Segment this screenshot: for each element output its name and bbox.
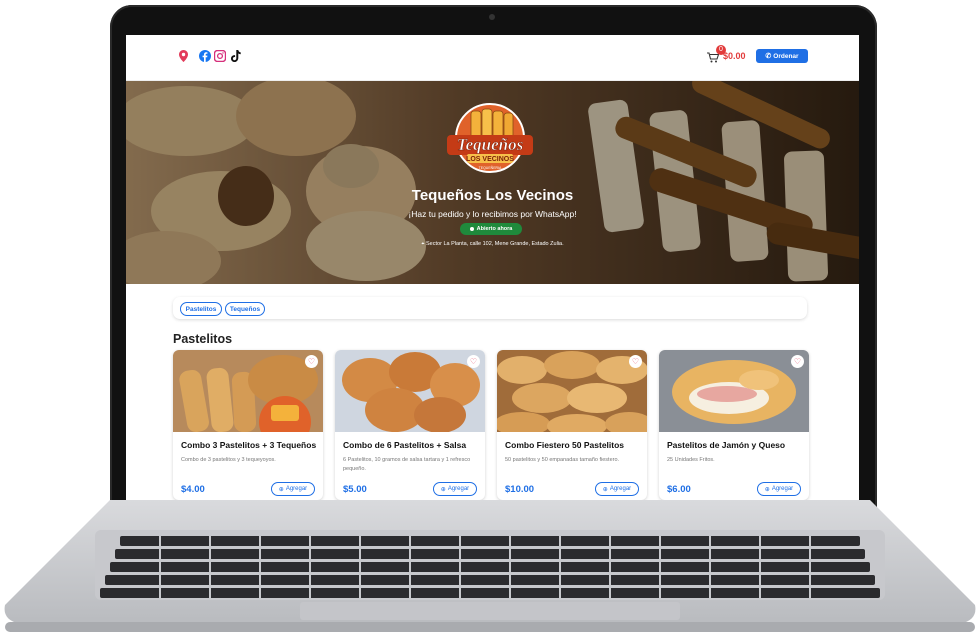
- tiktok-icon[interactable]: [230, 50, 241, 62]
- product-card[interactable]: ♡ Pastelitos de Jamón y Queso 25 Unidade…: [659, 350, 809, 500]
- logo-main-text: Tequeños: [457, 135, 524, 154]
- browser-screen: 0 $0.00 ✆ Ordenar Tequeños LOS VECINOS T…: [126, 35, 859, 501]
- section-title: Pastelitos: [173, 332, 233, 346]
- open-status-badge: Abierto ahora: [460, 223, 522, 235]
- product-description: Combo de 3 pastelitos y 3 tequeyoyos.: [181, 457, 276, 463]
- plus-circle-icon: ⊕: [602, 486, 608, 493]
- category-chip-tequenos[interactable]: Tequeños: [225, 302, 265, 316]
- webcam: [489, 14, 495, 20]
- laptop-keyboard-base: [4, 500, 976, 632]
- product-card[interactable]: ♡ Combo Fiestero 50 Pastelitos 50 pastel…: [497, 350, 647, 500]
- favorite-heart-icon[interactable]: ♡: [629, 355, 642, 368]
- favorite-heart-icon[interactable]: ♡: [467, 355, 480, 368]
- product-name: Combo de 6 Pastelitos + Salsa: [343, 440, 467, 450]
- add-button-label: Agregar: [771, 486, 794, 492]
- product-card[interactable]: ♡ Combo 3 Pastelitos + 3 Tequeños Combo …: [173, 350, 323, 500]
- open-status-label: Abierto ahora: [476, 226, 513, 232]
- product-description: 25 Unidades Fritos.: [667, 457, 715, 463]
- top-bar: 0 $0.00 ✆ Ordenar: [126, 35, 859, 81]
- add-button-label: Agregar: [285, 486, 308, 492]
- product-name: Pastelitos de Jamón y Queso: [667, 440, 786, 450]
- hero-banner: Tequeños LOS VECINOS TEQUEÑERIA Tequeños…: [126, 81, 859, 284]
- product-description: 6 Pastelitos, 10 gramos de salsa tartara…: [343, 457, 471, 472]
- store-tagline: ¡Haz tu pedido y lo recibimos por WhatsA…: [408, 209, 577, 219]
- store-address: ⌖ Sector La Planta, calle 102, Mene Gran…: [126, 241, 859, 248]
- product-image: [659, 350, 809, 432]
- cart-total: $0.00: [723, 51, 746, 61]
- favorite-heart-icon[interactable]: ♡: [305, 355, 318, 368]
- address-pin-icon: ⌖: [421, 241, 425, 247]
- product-name: Combo 3 Pastelitos + 3 Tequeños: [181, 440, 317, 450]
- plus-circle-icon: ⊕: [440, 486, 446, 493]
- category-bar: Pastelitos Tequeños: [173, 297, 807, 319]
- location-pin-icon[interactable]: [178, 50, 188, 62]
- brand-logo: Tequeños LOS VECINOS TEQUEÑERIA: [441, 101, 539, 175]
- add-to-cart-button[interactable]: ⊕ Agregar: [757, 482, 801, 496]
- facebook-icon[interactable]: [199, 50, 211, 62]
- plus-circle-icon: ⊕: [764, 486, 770, 493]
- favorite-heart-icon[interactable]: ♡: [791, 355, 804, 368]
- product-description: 50 pastelitos y 50 empanadas tamaño fies…: [505, 457, 620, 463]
- add-button-label: Agregar: [609, 486, 632, 492]
- product-price: $6.00: [667, 484, 691, 495]
- add-to-cart-button[interactable]: ⊕ Agregar: [595, 482, 639, 496]
- product-card[interactable]: ♡ Combo de 6 Pastelitos + Salsa 6 Pastel…: [335, 350, 485, 500]
- product-image: [335, 350, 485, 432]
- order-button[interactable]: ✆ Ordenar: [756, 49, 808, 63]
- product-image: [173, 350, 323, 432]
- add-to-cart-button[interactable]: ⊕ Agregar: [433, 482, 477, 496]
- address-text: Sector La Planta, calle 102, Mene Grande…: [426, 241, 564, 247]
- product-price: $4.00: [181, 484, 205, 495]
- product-price: $5.00: [343, 484, 367, 495]
- logo-small-text: TEQUEÑERIA: [479, 165, 502, 170]
- product-name: Combo Fiestero 50 Pastelitos: [505, 440, 625, 450]
- product-price: $10.00: [505, 484, 535, 495]
- logo-sub-text: LOS VECINOS: [466, 156, 514, 163]
- plus-circle-icon: ⊕: [278, 486, 284, 493]
- store-name: Tequeños Los Vecinos: [411, 187, 574, 204]
- status-dot-icon: [469, 227, 474, 231]
- product-image: [497, 350, 647, 432]
- order-button-label: Ordenar: [773, 52, 799, 60]
- category-chip-pastelitos[interactable]: Pastelitos: [180, 302, 222, 316]
- add-to-cart-button[interactable]: ⊕ Agregar: [271, 482, 315, 496]
- whatsapp-icon: ✆: [765, 53, 772, 60]
- add-button-label: Agregar: [447, 486, 470, 492]
- instagram-icon[interactable]: [214, 50, 226, 62]
